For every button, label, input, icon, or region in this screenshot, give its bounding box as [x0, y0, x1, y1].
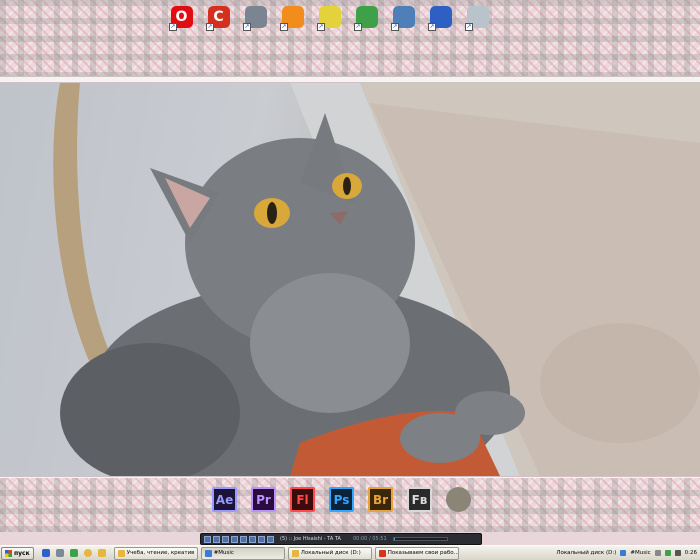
shuffle-button[interactable] [258, 535, 265, 543]
seek-bar-fill [393, 538, 395, 540]
fireworks-icon-badge: Fв [407, 487, 432, 512]
premiere-icon-badge: Pr [251, 487, 276, 512]
start-label: пуск [14, 549, 30, 557]
after-effects-icon[interactable]: Ae [211, 486, 238, 513]
seek-bar[interactable] [392, 537, 448, 541]
shortcut-arrow-icon: ↗ [465, 23, 473, 31]
play-button[interactable] [213, 535, 220, 543]
media-player-bar[interactable]: (5) :: Joe Hisaishi - TA TA 00:00 / 05:5… [200, 533, 482, 545]
premiere-icon[interactable]: Pr [250, 486, 277, 513]
books-icon[interactable]: ↗ [316, 3, 343, 31]
tray-music-icon[interactable] [620, 550, 627, 556]
fireworks-icon[interactable]: Fв [406, 486, 433, 513]
show-desktop-ql-icon[interactable] [69, 549, 78, 557]
ccleaner-icon[interactable]: C ↗ [205, 3, 232, 31]
gimp-icon-badge [446, 487, 471, 512]
photoshop-icon-badge: Ps [329, 487, 354, 512]
task-buttons: Учеба, чтение, креатив #Music Локальный ди… [113, 546, 459, 560]
shortcut-arrow-icon: ↗ [206, 23, 214, 31]
task-icon [204, 549, 212, 557]
task-label: Учеба, чтение, креатив [126, 550, 195, 556]
prev-track-button[interactable] [204, 535, 211, 543]
shortcut-arrow-icon: ↗ [169, 23, 177, 31]
task-label: Показываем свои рабо... [387, 550, 459, 556]
bridge-icon-badge: Br [368, 487, 393, 512]
task-icon [117, 549, 125, 557]
printer-icon[interactable]: ↗ [242, 3, 269, 31]
tray-music-label[interactable]: #Music [630, 550, 650, 556]
shortcut-arrow-icon: ↗ [428, 23, 436, 31]
photoshop-icon[interactable]: Ps [328, 486, 355, 513]
next-track-button[interactable] [240, 535, 247, 543]
shortcut-arrow-icon: ↗ [243, 23, 251, 31]
task-icon [378, 549, 386, 557]
flash-icon[interactable]: Fl [289, 486, 316, 513]
network-globe-icon[interactable]: ↗ [353, 3, 380, 31]
tray-clock[interactable]: 0:26 [685, 550, 697, 556]
shortcut-arrow-icon: ↗ [391, 23, 399, 31]
track-title: (5) :: Joe Hisaishi - TA TA [280, 536, 341, 542]
after-effects-icon-badge: Ae [212, 487, 237, 512]
pause-button[interactable] [222, 535, 229, 543]
divider-top [0, 76, 700, 83]
start-button[interactable]: пуск [1, 546, 34, 560]
top-dock: O ↗ C ↗ ↗ ↗ ↗ ↗ ↗ ↗ ↗ [168, 3, 491, 31]
shortcut-arrow-icon: ↗ [280, 23, 288, 31]
tray-network-icon[interactable] [664, 550, 671, 556]
repeat-button[interactable] [267, 535, 274, 543]
task-label: #Music [213, 550, 234, 556]
system-tray: Локальный диск (D:) #Music 0:26 [556, 550, 700, 556]
task-icon [291, 549, 299, 557]
taskbar-task[interactable]: Показываем свои рабо... [374, 546, 459, 560]
windows-flag-icon [5, 549, 12, 557]
shortcut-arrow-icon: ↗ [354, 23, 362, 31]
taskbar: пуск Учеба, чтение, креатив #Music Локальн… [0, 545, 700, 560]
stop-button[interactable] [231, 535, 238, 543]
computer-icon[interactable]: ↗ [427, 3, 454, 31]
taskbar-task[interactable]: Учеба, чтение, креатив [113, 546, 198, 560]
bridge-icon[interactable]: Br [367, 486, 394, 513]
tray-volume-icon[interactable] [674, 550, 681, 556]
flash-icon-badge: Fl [290, 487, 315, 512]
gimp-icon[interactable] [445, 486, 472, 513]
task-label: Локальный диск (D:) [300, 550, 361, 556]
search-icon[interactable]: ↗ [390, 3, 417, 31]
bottom-dock: Ae Pr Fl Ps Br Fв [211, 486, 472, 513]
tray-bluetooth-icon[interactable] [654, 550, 661, 556]
taskbar-task[interactable]: #Music [200, 546, 285, 560]
taskbar-task[interactable]: Локальный диск (D:) [287, 546, 372, 560]
folder-ql-icon[interactable] [97, 549, 106, 557]
windows-media-icon[interactable]: ↗ [279, 3, 306, 31]
shortcut-arrow-icon: ↗ [317, 23, 325, 31]
desktop-ql-icon[interactable] [55, 549, 64, 557]
recycle-bin-icon[interactable]: ↗ [464, 3, 491, 31]
wallpaper-cat-photo [0, 83, 700, 476]
opera-icon[interactable]: O ↗ [168, 3, 195, 31]
track-time: 00:00 / 05:51 [352, 536, 387, 542]
photoshop-ql-icon[interactable] [41, 549, 50, 557]
tray-drive-label[interactable]: Локальный диск (D:) [556, 550, 616, 556]
open-file-button[interactable] [249, 535, 256, 543]
chrome-ql-icon[interactable] [83, 549, 92, 557]
quick-launch [41, 549, 106, 557]
